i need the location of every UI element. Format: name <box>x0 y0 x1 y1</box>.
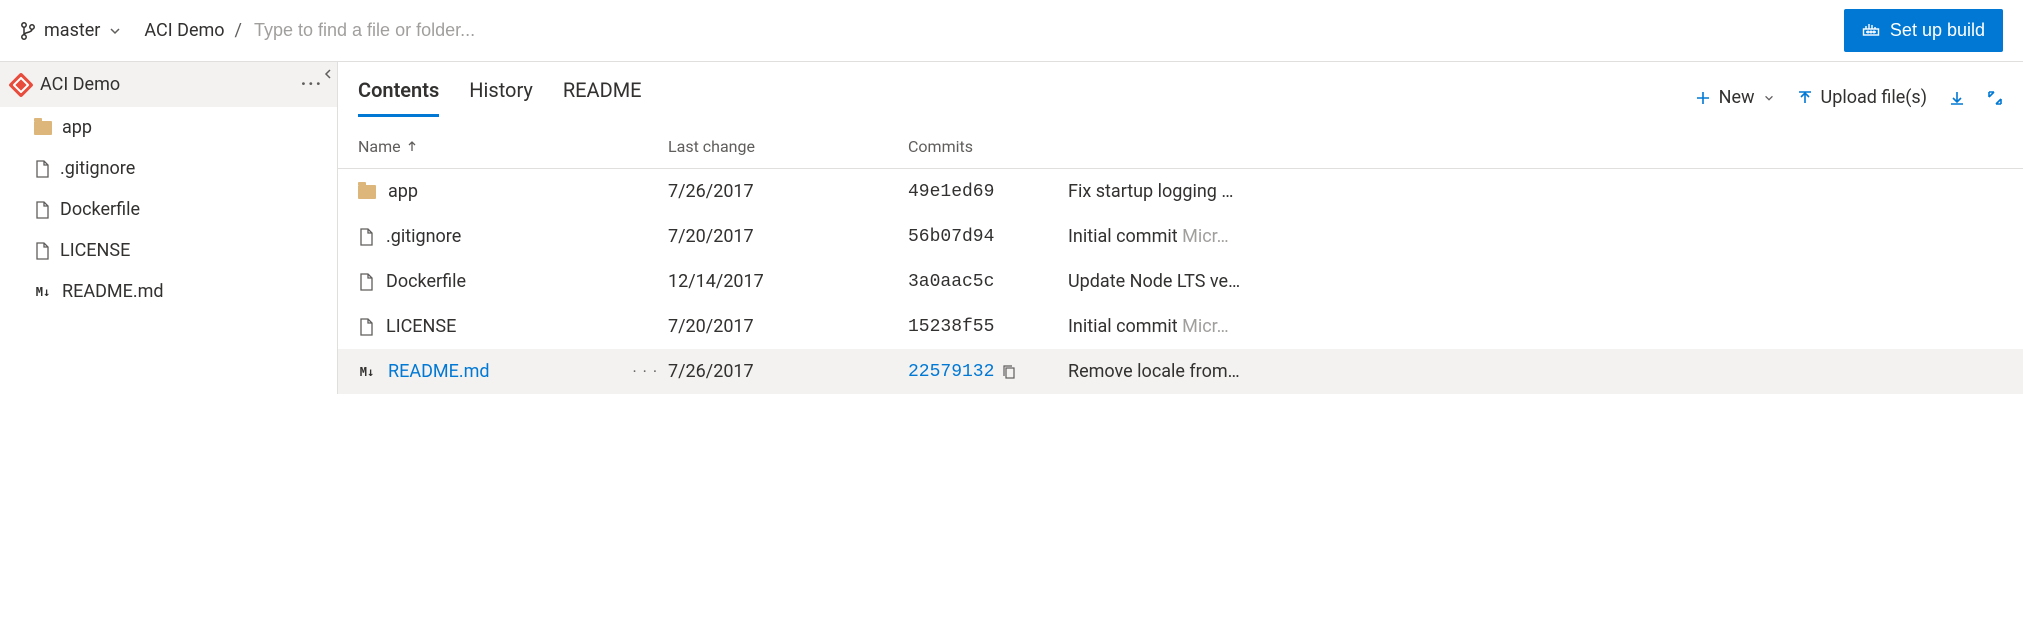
row-date: 12/14/2017 <box>668 271 908 292</box>
row-commit-hash[interactable]: 3a0aac5c <box>908 272 994 292</box>
file-tree-sidebar: ACI Demo ··· app .gitignore Dockerfile LICE… <box>0 62 338 394</box>
row-message: Fix startup logging … <box>1068 181 2003 202</box>
row-commit-hash[interactable]: 15238f55 <box>908 317 994 337</box>
column-commits[interactable]: Commits <box>908 137 1068 156</box>
new-menu[interactable]: New <box>1695 87 1775 108</box>
column-name[interactable]: Name <box>358 137 668 156</box>
file-icon <box>34 242 50 260</box>
column-last-change[interactable]: Last change <box>668 137 908 156</box>
plus-icon <box>1695 90 1711 106</box>
setup-build-button[interactable]: Set up build <box>1844 9 2003 52</box>
row-date: 7/26/2017 <box>668 361 908 382</box>
row-message: Remove locale from… <box>1068 361 2003 382</box>
content-tabs: Contents History README <box>358 78 642 117</box>
breadcrumb: ACI Demo / <box>144 19 652 42</box>
tree-root-more-icon[interactable]: ··· <box>301 74 323 95</box>
row-name: Dockerfile <box>386 271 466 292</box>
tree-item-label: Dockerfile <box>60 199 140 220</box>
download-icon <box>1949 90 1965 106</box>
branch-icon <box>20 21 36 41</box>
upload-icon <box>1797 90 1813 106</box>
copy-icon[interactable] <box>1002 364 1016 380</box>
breadcrumb-separator: / <box>235 20 242 41</box>
chevron-down-icon <box>108 24 122 38</box>
row-message: Initial commit Micr… <box>1068 316 2003 337</box>
repo-icon <box>8 72 33 97</box>
branch-name: master <box>44 20 100 41</box>
tree-root[interactable]: ACI Demo ··· <box>0 62 337 107</box>
file-icon <box>358 228 374 246</box>
row-message: Update Node LTS ve… <box>1068 271 2003 292</box>
build-icon <box>1862 19 1880 42</box>
tab-readme[interactable]: README <box>563 78 642 117</box>
table-row[interactable]: app 7/26/201749e1ed69 Fix startup logging … <box>338 169 2023 214</box>
tab-history[interactable]: History <box>469 78 533 117</box>
table-header: Name Last change Commits <box>338 125 2023 169</box>
table-row[interactable]: .gitignore 7/20/201756b07d94 Initial commi… <box>338 214 2023 259</box>
row-date: 7/20/2017 <box>668 226 908 247</box>
new-label: New <box>1719 87 1755 108</box>
row-name: LICENSE <box>386 316 456 337</box>
table-row[interactable]: Dockerfile 12/14/20173a0aac5c Update Node … <box>338 259 2023 304</box>
breadcrumb-repo[interactable]: ACI Demo <box>144 20 224 41</box>
row-date: 7/20/2017 <box>668 316 908 337</box>
tree-item-label: LICENSE <box>60 240 130 261</box>
tree-item[interactable]: M↓ README.md <box>0 271 337 312</box>
folder-icon <box>34 121 52 135</box>
row-commit-hash[interactable]: 56b07d94 <box>908 227 994 247</box>
row-commit-hash[interactable]: 22579132 <box>908 362 994 382</box>
file-icon <box>358 273 374 291</box>
upload-button[interactable]: Upload file(s) <box>1797 87 1927 108</box>
tree-item[interactable]: app <box>0 107 337 148</box>
branch-selector[interactable]: master <box>20 20 134 41</box>
fullscreen-button[interactable] <box>1987 90 2003 106</box>
collapse-sidebar-icon[interactable] <box>323 68 333 84</box>
sort-up-icon <box>407 137 417 156</box>
tree-item-label: README.md <box>62 281 164 302</box>
row-more-icon[interactable]: · · · <box>633 362 668 381</box>
row-date: 7/26/2017 <box>668 181 908 202</box>
file-icon <box>34 160 50 178</box>
upload-label: Upload file(s) <box>1821 87 1927 108</box>
markdown-icon: M↓ <box>358 365 376 379</box>
file-icon <box>34 201 50 219</box>
setup-build-label: Set up build <box>1890 20 1985 41</box>
folder-icon <box>358 185 376 199</box>
markdown-icon: M↓ <box>34 285 52 299</box>
tree-item-label: .gitignore <box>60 158 135 179</box>
tree-item-label: app <box>62 117 92 138</box>
row-name: app <box>388 181 418 202</box>
tree-item[interactable]: .gitignore <box>0 148 337 189</box>
tree-root-label: ACI Demo <box>40 74 120 95</box>
tree-item[interactable]: LICENSE <box>0 230 337 271</box>
table-row[interactable]: M↓ README.md · · ·7/26/201722579132 Remove … <box>338 349 2023 394</box>
chevron-down-icon <box>1763 92 1775 104</box>
row-message: Initial commit Micr… <box>1068 226 2003 247</box>
table-row[interactable]: LICENSE 7/20/201715238f55 Initial commit M… <box>338 304 2023 349</box>
file-icon <box>358 318 374 336</box>
expand-icon <box>1987 90 2003 106</box>
path-search-input[interactable] <box>252 19 652 42</box>
row-commit-hash[interactable]: 49e1ed69 <box>908 182 994 202</box>
row-name: README.md <box>388 361 490 382</box>
tab-contents[interactable]: Contents <box>358 78 439 117</box>
download-button[interactable] <box>1949 90 1965 106</box>
row-name: .gitignore <box>386 226 461 247</box>
tree-item[interactable]: Dockerfile <box>0 189 337 230</box>
